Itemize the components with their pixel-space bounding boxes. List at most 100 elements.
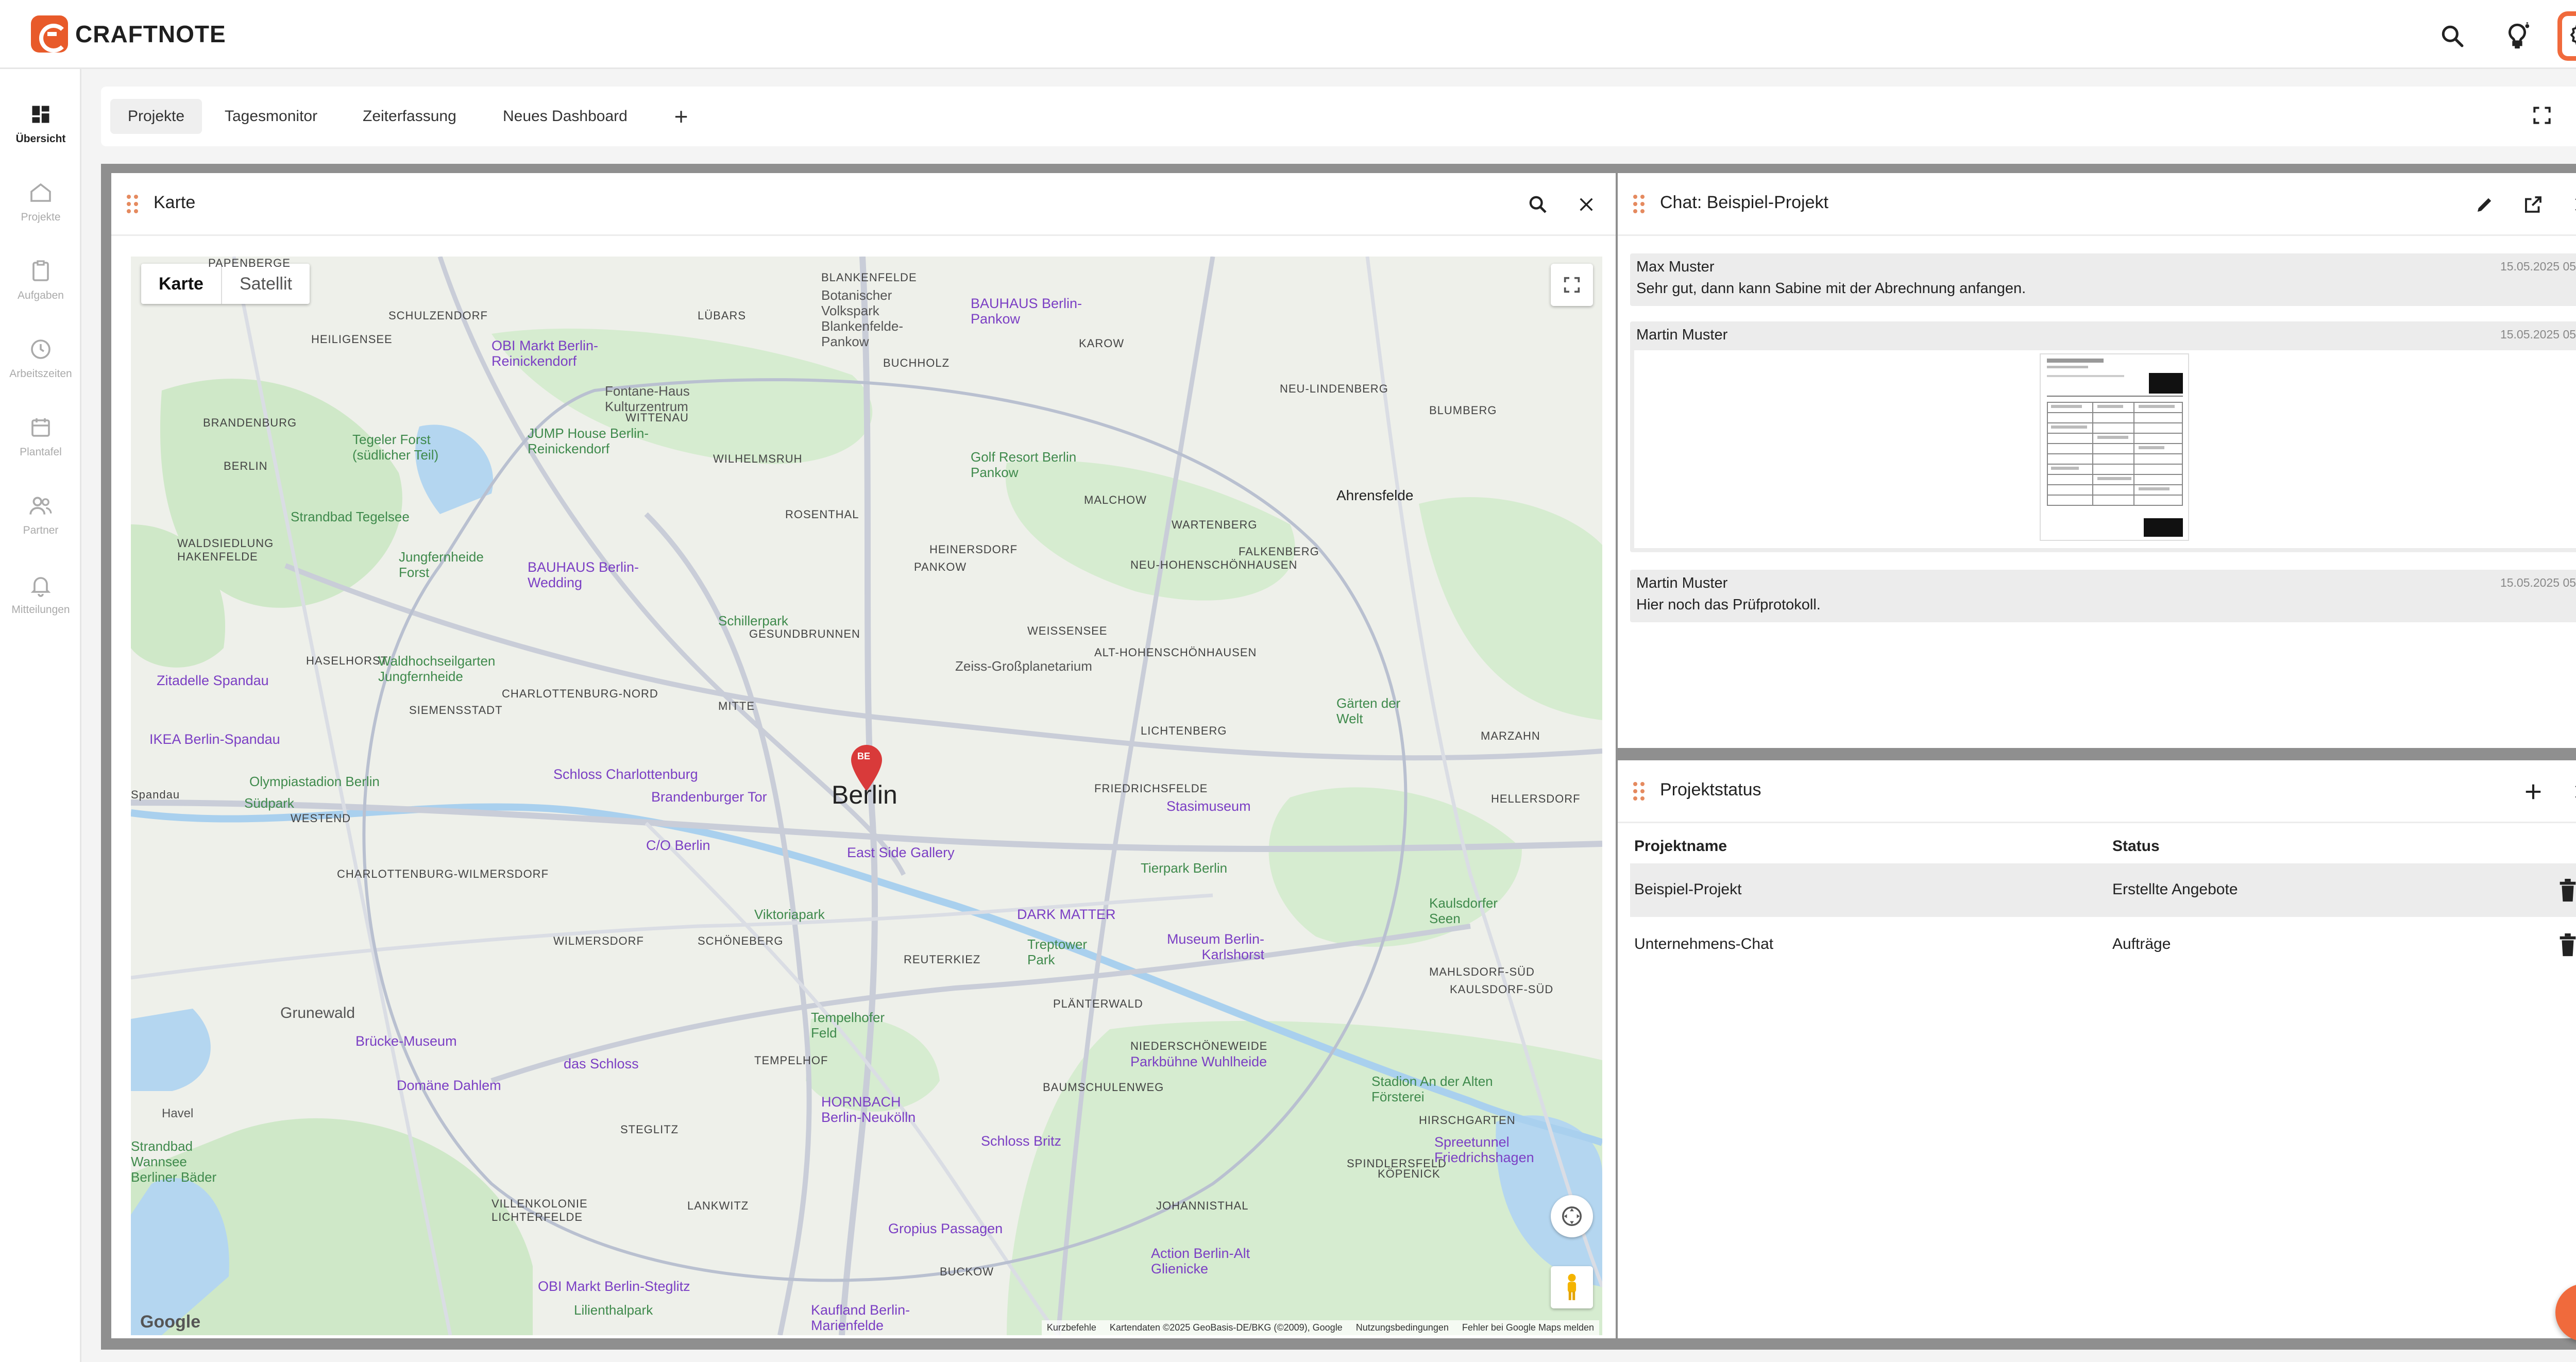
- sidebar-item-mitteilungen[interactable]: Mitteilungen: [0, 570, 81, 616]
- map-district-label: FRIEDRICHSFELDE: [1094, 782, 1208, 795]
- map-poi-label[interactable]: Museum Berlin-Karlshorst: [1141, 931, 1264, 962]
- tab-tagesmonitor[interactable]: Tagesmonitor: [207, 99, 335, 134]
- map-poi-label[interactable]: Golf Resort Berlin Pankow: [971, 449, 1084, 480]
- map-poi-label[interactable]: East Side Gallery: [847, 845, 955, 861]
- map-search-button[interactable]: [1524, 191, 1552, 218]
- map-poi-label[interactable]: BAUHAUS Berlin-Wedding: [528, 559, 641, 590]
- map-terms-link[interactable]: Nutzungsbedingungen: [1356, 1322, 1449, 1333]
- tab-zeiterfassung[interactable]: Zeiterfassung: [345, 99, 474, 134]
- map-canvas[interactable]: Karte Satellit BE Berlin PAPENBERGE BLAN…: [131, 257, 1602, 1335]
- tips-button[interactable]: [2493, 11, 2542, 61]
- close-widget-button[interactable]: [1572, 191, 1600, 218]
- map-poi-label[interactable]: Gropius Passagen: [888, 1221, 1003, 1237]
- map-poi-label[interactable]: Strandbad Tegelsee: [291, 509, 410, 525]
- map-poi-label[interactable]: Brandenburger Tor: [651, 789, 767, 805]
- map-poi-label[interactable]: Tegeler Forst (südlicher Teil): [352, 432, 471, 463]
- map-poi-label[interactable]: Schloss Charlottenburg: [553, 767, 698, 782]
- table-row[interactable]: Beispiel-Projekt Erstellte Angebote: [1630, 863, 2576, 917]
- map-district-label: WESTEND: [291, 812, 351, 825]
- map-poi-label[interactable]: OBI Markt Berlin-Steglitz: [538, 1279, 690, 1295]
- drag-handle-icon[interactable]: [1633, 195, 1646, 215]
- map-poi-label[interactable]: Südpark: [244, 795, 294, 811]
- column-header-projektname[interactable]: Projektname: [1634, 838, 1727, 855]
- map-poi-label[interactable]: Waldhochseilgarten Jungfernheide: [378, 653, 533, 684]
- message-time: 15.05.2025 05:37: [2500, 260, 2576, 273]
- message-text: Sehr gut, dann kann Sabine mit der Abrec…: [1636, 280, 2026, 297]
- message-time: 15.05.2025 05:16: [2500, 576, 2576, 589]
- map-fullscreen-button[interactable]: [1551, 264, 1593, 306]
- map-district-label: LANKWITZ: [687, 1199, 749, 1212]
- search-button[interactable]: [2428, 11, 2477, 61]
- edit-chat-button[interactable]: [2471, 191, 2499, 218]
- map-poi-label[interactable]: JUMP House Berlin-Reinickendorf: [528, 425, 656, 456]
- tab-projekte[interactable]: Projekte: [110, 99, 202, 134]
- map-poi-label[interactable]: Spreetunnel Friedrichshagen: [1434, 1134, 1537, 1165]
- map-poi-label[interactable]: BAUHAUS Berlin-Pankow: [971, 296, 1094, 327]
- map-district-label: BAUMSCHULENWEG: [1043, 1081, 1164, 1094]
- close-widget-button[interactable]: [2568, 191, 2576, 218]
- map-poi-label[interactable]: Action Berlin-Alt Glienicke: [1151, 1246, 1264, 1276]
- status-table-header: Projektname Status: [1630, 838, 2576, 858]
- column-header-status[interactable]: Status: [2112, 838, 2160, 855]
- close-widget-button[interactable]: [2568, 778, 2576, 806]
- search-icon: [2442, 25, 2464, 47]
- map-shortcuts-link[interactable]: Kurzbefehle: [1047, 1322, 1096, 1333]
- map-poi-label[interactable]: Domäne Dahlem: [397, 1078, 501, 1094]
- table-row[interactable]: Unternehmens-Chat Aufträge: [1630, 918, 2576, 972]
- street-view-pegman[interactable]: [1551, 1266, 1593, 1308]
- project-name-cell: Unternehmens-Chat: [1634, 935, 1774, 952]
- map-poi-label[interactable]: Tierpark Berlin: [1141, 860, 1227, 876]
- map-poi-label[interactable]: Fontane-Haus Kulturzentrum: [605, 383, 718, 414]
- app-logo[interactable]: CRAFTNOTE: [31, 15, 226, 53]
- map-poi-label[interactable]: das Schloss: [564, 1056, 639, 1072]
- map-poi-label[interactable]: Spandau: [131, 788, 180, 802]
- sidebar-item-aufgaben[interactable]: Aufgaben: [0, 256, 81, 302]
- map-district-label: SIEMENSSTADT: [409, 704, 503, 717]
- map-poi-label[interactable]: OBI Markt Berlin-Reinickendorf: [492, 338, 625, 369]
- map-poi-label[interactable]: C/O Berlin: [646, 838, 710, 854]
- sidebar-item-partner[interactable]: Partner: [0, 490, 81, 537]
- map-poi-label[interactable]: Viktoriapark: [754, 907, 825, 923]
- map-camera-control[interactable]: [1551, 1195, 1593, 1237]
- drag-handle-icon[interactable]: [1633, 782, 1646, 803]
- add-tab-button[interactable]: +: [666, 101, 697, 132]
- settings-button[interactable]: [2557, 11, 2576, 61]
- fullscreen-icon[interactable]: [2531, 104, 2553, 127]
- map-poi-label[interactable]: IKEA Berlin-Spandau: [149, 731, 280, 747]
- map-poi-label[interactable]: Olympiastadion Berlin: [249, 774, 380, 790]
- sidebar-item-uebersicht[interactable]: Übersicht: [0, 99, 81, 145]
- map-poi-label[interactable]: Lilienthalpark: [574, 1302, 653, 1318]
- map-poi-label[interactable]: Brücke-Museum: [355, 1033, 457, 1049]
- sidebar-item-projekte[interactable]: Projekte: [0, 177, 81, 224]
- delete-icon[interactable]: [2557, 879, 2576, 903]
- tab-neues-dashboard[interactable]: Neues Dashboard: [485, 99, 645, 134]
- map-poi-label[interactable]: Kaulsdorfer Seen: [1429, 895, 1512, 926]
- document-attachment-thumbnail[interactable]: [2040, 353, 2189, 541]
- map-poi-label[interactable]: Stasimuseum: [1166, 798, 1251, 814]
- map-poi-label[interactable]: DARK MATTER: [1017, 907, 1116, 923]
- map-poi-label[interactable]: Schillerpark: [718, 613, 788, 629]
- map-poi-label[interactable]: Jungfernheide Forst: [399, 549, 512, 580]
- sidebar-item-label: Arbeitszeiten: [9, 368, 72, 380]
- chat-message: Max Muster 15.05.2025 05:37 Sehr gut, da…: [1630, 253, 2576, 306]
- map-poi-label[interactable]: Treptower Park: [1027, 937, 1099, 967]
- map-poi-label[interactable]: Stadion An der Alten Försterei: [1371, 1074, 1505, 1104]
- map-poi-label[interactable]: Tempelhofer Feld: [811, 1010, 914, 1041]
- map-report-link[interactable]: Fehler bei Google Maps melden: [1462, 1322, 1594, 1333]
- map-poi-label[interactable]: Zitadelle Spandau: [157, 673, 269, 689]
- add-status-button[interactable]: [2519, 778, 2547, 806]
- sidebar-item-arbeitszeiten[interactable]: Arbeitszeiten: [0, 334, 81, 380]
- delete-icon[interactable]: [2557, 933, 2576, 957]
- map-poi-label[interactable]: Schloss Britz: [981, 1133, 1061, 1149]
- open-external-button[interactable]: [2519, 191, 2547, 218]
- map-poi-label[interactable]: Gärten der Welt: [1336, 695, 1419, 726]
- map-poi-label[interactable]: Parkbühne Wuhlheide: [1130, 1054, 1267, 1070]
- map-poi-label[interactable]: Ahrensfelde: [1336, 487, 1413, 504]
- sidebar-item-plantafel[interactable]: Plantafel: [0, 412, 81, 458]
- map-poi-label[interactable]: Kaufland Berlin-Marienfelde: [811, 1302, 940, 1333]
- map-poi-label[interactable]: Strandbad Wannsee Berliner Bäder: [131, 1138, 229, 1185]
- map-poi-label[interactable]: Botanischer Volkspark Blankenfelde-Panko…: [821, 287, 945, 349]
- map-poi-label[interactable]: Zeiss-Großplanetarium: [955, 658, 1092, 674]
- drag-handle-icon[interactable]: [127, 195, 139, 215]
- map-poi-label[interactable]: HORNBACH Berlin-Neukölln: [821, 1094, 935, 1125]
